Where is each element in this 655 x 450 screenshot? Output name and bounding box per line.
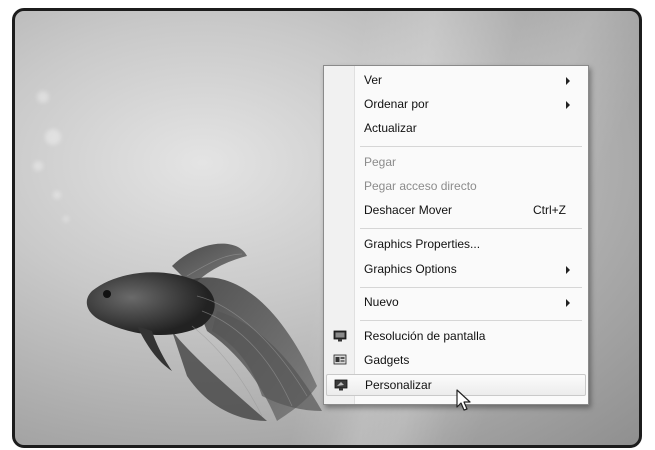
menu-item-label: Pegar acceso directo: [364, 179, 477, 193]
menu-separator: [360, 146, 582, 147]
bubble: [37, 91, 49, 103]
menu-separator: [360, 287, 582, 288]
menu-item-ver[interactable]: Ver: [326, 70, 586, 92]
menu-item-label: Graphics Properties...: [364, 237, 481, 251]
bubble: [33, 161, 43, 171]
bubble: [53, 191, 61, 199]
menu-item-label: Actualizar: [364, 121, 417, 135]
menu-item-ordenar-por[interactable]: Ordenar por: [326, 94, 586, 116]
menu-item-shortcut: Ctrl+Z: [533, 203, 566, 217]
mouse-pointer-icon: [456, 389, 471, 411]
gadgets-icon: [333, 354, 347, 365]
submenu-arrow-icon: [566, 266, 570, 274]
menu-item-label: Personalizar: [365, 378, 432, 392]
menu-item-graphics-properties[interactable]: Graphics Properties...: [326, 234, 586, 256]
menu-item-actualizar[interactable]: Actualizar: [326, 118, 586, 140]
display-resolution-icon: [333, 330, 347, 342]
menu-item-pegar-acceso-directo[interactable]: Pegar acceso directo: [326, 176, 586, 198]
menu-separator: [360, 320, 582, 321]
personalize-icon: [334, 379, 348, 391]
menu-item-deshacer-mover[interactable]: Deshacer Mover Ctrl+Z: [326, 200, 586, 222]
menu-item-label: Ver: [364, 73, 383, 87]
menu-item-pegar[interactable]: Pegar: [326, 152, 586, 174]
menu-item-label: Resolución de pantalla: [364, 329, 486, 343]
menu-separator: [360, 228, 582, 229]
menu-item-label: Graphics Options: [364, 262, 457, 276]
menu-item-label: Ordenar por: [364, 97, 429, 111]
menu-item-label: Deshacer Mover: [364, 203, 453, 217]
bubble: [63, 216, 69, 222]
menu-item-gadgets[interactable]: Gadgets: [326, 350, 586, 372]
submenu-arrow-icon: [566, 101, 570, 109]
menu-item-label: Gadgets: [364, 353, 410, 367]
menu-item-graphics-options[interactable]: Graphics Options: [326, 259, 586, 281]
menu-item-label: Nuevo: [364, 295, 399, 309]
bubble: [45, 129, 61, 145]
submenu-arrow-icon: [566, 299, 570, 307]
submenu-arrow-icon: [566, 77, 570, 85]
desktop-context-menu: Ver Ordenar por Actualizar Pegar Pegar a…: [323, 65, 589, 405]
menu-item-nuevo[interactable]: Nuevo: [326, 292, 586, 314]
menu-item-label: Pegar: [364, 155, 397, 169]
menu-item-resolucion-de-pantalla[interactable]: Resolución de pantalla: [326, 326, 586, 348]
fish-wallpaper: [86, 243, 322, 421]
